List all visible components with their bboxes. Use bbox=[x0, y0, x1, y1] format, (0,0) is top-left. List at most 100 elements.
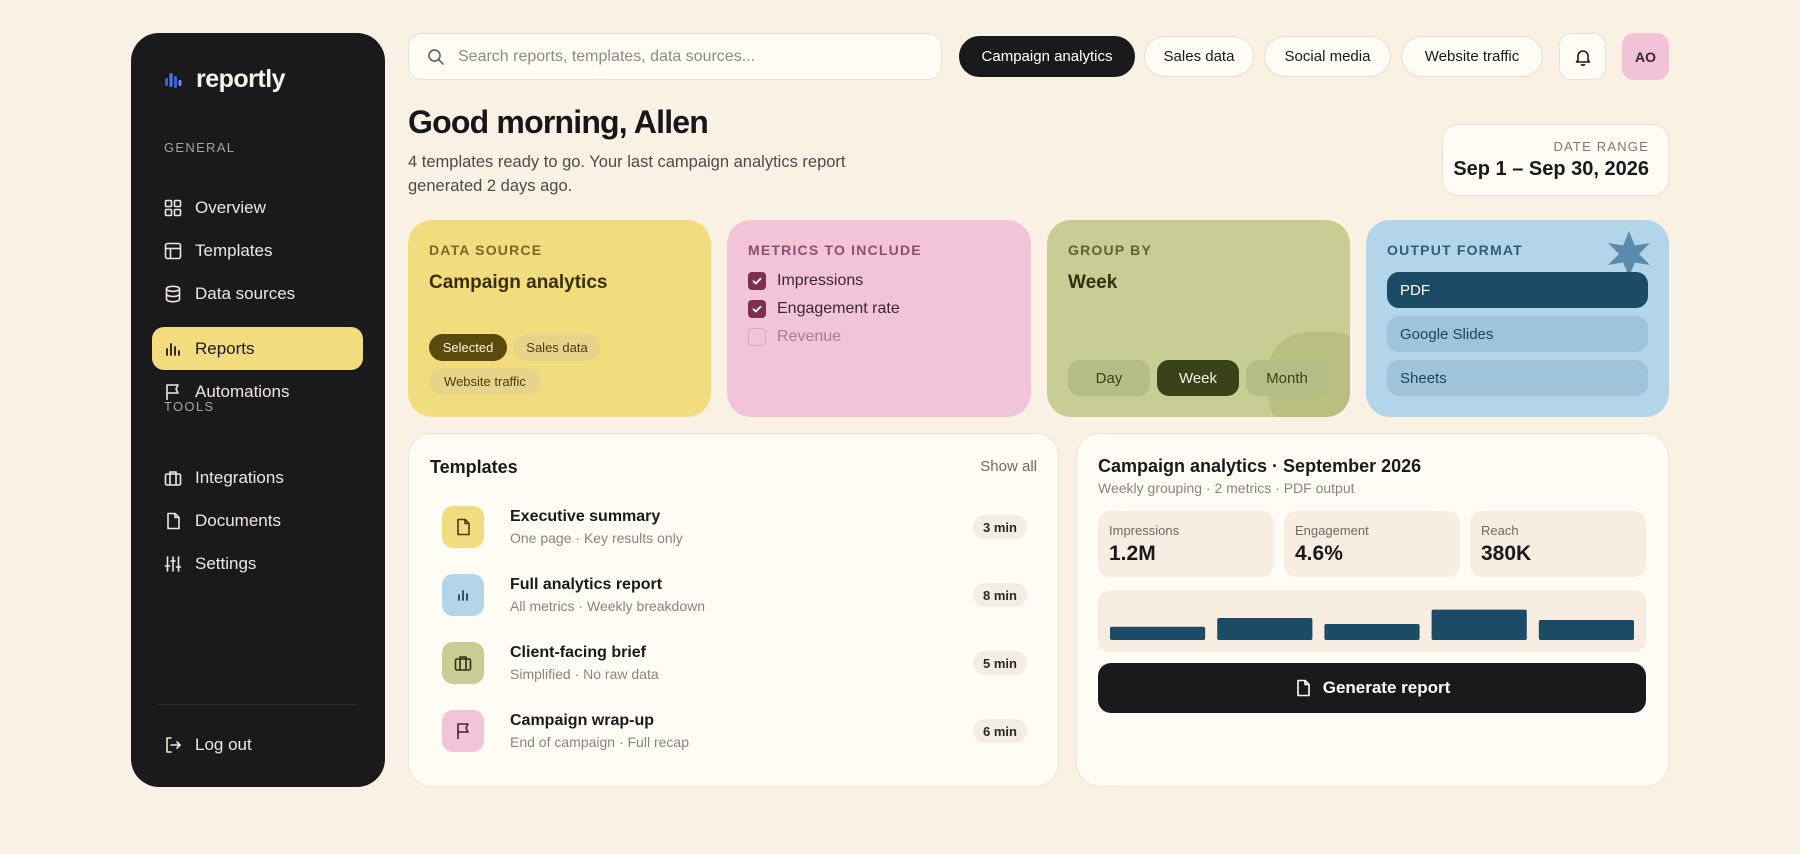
search-icon bbox=[427, 48, 445, 66]
format-option-pdf[interactable]: PDF bbox=[1387, 272, 1648, 308]
show-all-link[interactable]: Show all bbox=[980, 458, 1037, 475]
template-name: Executive summary bbox=[510, 508, 661, 525]
notifications-button[interactable] bbox=[1559, 33, 1606, 80]
preview-bar-chart bbox=[1098, 590, 1646, 652]
database-icon bbox=[164, 284, 182, 303]
sidebar-item-templates[interactable]: Templates bbox=[152, 229, 363, 272]
metric-checkbox-impressions[interactable]: Impressions bbox=[748, 272, 863, 290]
briefcase-icon bbox=[442, 642, 484, 684]
sidebar-item-label: Data sources bbox=[195, 283, 296, 303]
avatar[interactable]: AO bbox=[1622, 33, 1669, 80]
sidebar-item-label: Documents bbox=[195, 510, 281, 530]
template-description: End of campaign · Full recap bbox=[510, 734, 689, 750]
layout-icon bbox=[164, 242, 182, 260]
bell-icon bbox=[1574, 48, 1592, 66]
metric-tile-impressions: Impressions 1.2M bbox=[1098, 511, 1274, 577]
logout-button[interactable]: Log out bbox=[152, 723, 363, 766]
group-option-month[interactable]: Month bbox=[1246, 360, 1328, 396]
template-item-client-facing-brief[interactable]: Client-facing brief Simplified · No raw … bbox=[430, 636, 1039, 692]
sidebar-item-documents[interactable]: Documents bbox=[152, 499, 363, 542]
filter-chip-campaign-analytics[interactable]: Campaign analytics bbox=[959, 36, 1135, 77]
template-name: Campaign wrap-up bbox=[510, 712, 655, 729]
pill-sales-data[interactable]: Sales data bbox=[514, 334, 600, 361]
card-label: METRICS TO INCLUDE bbox=[748, 242, 922, 258]
filter-chip-website-traffic[interactable]: Website traffic bbox=[1401, 36, 1543, 77]
sidebar-item-integrations[interactable]: Integrations bbox=[152, 456, 363, 499]
bar-chart-icon bbox=[164, 340, 182, 358]
metric-tile-label: Impressions bbox=[1109, 523, 1180, 538]
group-option-week[interactable]: Week bbox=[1157, 360, 1239, 396]
time-badge: 5 min bbox=[973, 651, 1027, 675]
generate-report-button[interactable]: Generate report bbox=[1098, 663, 1646, 713]
metric-tile-label: Reach bbox=[1481, 523, 1519, 538]
data-source-card: DATA SOURCE Campaign analytics Selected … bbox=[408, 220, 711, 417]
time-badge: 6 min bbox=[973, 719, 1027, 743]
logo-icon bbox=[164, 70, 184, 90]
briefcase-icon bbox=[164, 469, 182, 487]
template-description: Simplified · No raw data bbox=[510, 666, 659, 682]
metric-tile-value: 380K bbox=[1481, 542, 1532, 565]
search-input[interactable] bbox=[458, 47, 941, 66]
grid-icon bbox=[164, 199, 182, 217]
format-option-sheets[interactable]: Sheets bbox=[1387, 360, 1648, 396]
sliders-icon bbox=[164, 555, 182, 573]
metric-tile-value: 4.6% bbox=[1295, 542, 1343, 565]
pill-selected[interactable]: Selected bbox=[429, 334, 507, 361]
sidebar-item-data-sources[interactable]: Data sources bbox=[152, 272, 363, 315]
filter-chip-sales-data[interactable]: Sales data bbox=[1144, 36, 1254, 77]
time-badge: 8 min bbox=[973, 583, 1027, 607]
card-label: GROUP BY bbox=[1068, 242, 1153, 258]
preview-bar bbox=[1110, 626, 1206, 640]
group-by-card: GROUP BY Week Day Week Month bbox=[1047, 220, 1350, 417]
template-description: One page · Key results only bbox=[510, 530, 683, 546]
metric-checkbox-engagement-rate[interactable]: Engagement rate bbox=[748, 300, 900, 318]
date-range-picker[interactable]: DATE RANGE Sep 1 – Sep 30, 2026 bbox=[1442, 124, 1669, 196]
sidebar-divider bbox=[158, 704, 358, 705]
star-icon bbox=[1606, 230, 1652, 276]
section-label-tools: TOOLS bbox=[164, 399, 215, 414]
section-label-general: GENERAL bbox=[164, 140, 236, 155]
document-icon bbox=[442, 506, 484, 548]
filter-chip-social-media[interactable]: Social media bbox=[1264, 36, 1391, 77]
template-item-campaign-wrap-up[interactable]: Campaign wrap-up End of campaign · Full … bbox=[430, 704, 1039, 760]
metric-label: Impressions bbox=[777, 272, 864, 289]
app-logo[interactable]: reportly bbox=[164, 65, 286, 94]
sidebar-item-label: Reports bbox=[195, 338, 255, 358]
document-icon bbox=[164, 512, 182, 530]
template-item-full-analytics-report[interactable]: Full analytics report All metrics · Week… bbox=[430, 568, 1039, 624]
checkmark-icon bbox=[748, 300, 766, 318]
generate-report-label: Generate report bbox=[1322, 678, 1451, 697]
time-badge: 3 min bbox=[973, 515, 1027, 539]
sidebar-item-reports[interactable]: Reports bbox=[152, 327, 363, 370]
format-option-google-slides[interactable]: Google Slides bbox=[1387, 316, 1648, 352]
page-title: Good morning, Allen bbox=[408, 104, 709, 140]
group-option-day[interactable]: Day bbox=[1068, 360, 1150, 396]
report-preview-panel: Campaign analytics · September 2026 Week… bbox=[1076, 433, 1669, 787]
preview-subtitle: Weekly grouping · 2 metrics · PDF output bbox=[1098, 480, 1355, 496]
metric-tile-engagement: Engagement 4.6% bbox=[1284, 511, 1460, 577]
templates-panel: Templates Show all Executive summary One… bbox=[408, 433, 1059, 787]
date-range-label: DATE RANGE bbox=[1553, 139, 1649, 154]
metric-tile-value: 1.2M bbox=[1109, 542, 1156, 565]
bar-chart-icon bbox=[442, 574, 484, 616]
metric-label: Engagement rate bbox=[777, 300, 900, 317]
sidebar-item-overview[interactable]: Overview bbox=[152, 186, 363, 229]
app-name: reportly bbox=[196, 65, 286, 93]
metric-checkbox-revenue[interactable]: Revenue bbox=[748, 328, 841, 346]
empty-checkbox-icon bbox=[748, 328, 766, 346]
pill-website-traffic[interactable]: Website traffic bbox=[429, 368, 541, 395]
sidebar-item-label: Overview bbox=[195, 197, 266, 217]
page-subtitle: 4 templates ready to go. Your last campa… bbox=[408, 153, 846, 195]
template-item-executive-summary[interactable]: Executive summary One page · Key results… bbox=[430, 500, 1039, 556]
flag-icon bbox=[164, 383, 182, 401]
preview-bar bbox=[1324, 624, 1420, 640]
preview-title: Campaign analytics · September 2026 bbox=[1098, 456, 1422, 476]
templates-title: Templates bbox=[430, 457, 518, 477]
document-icon bbox=[1294, 679, 1312, 697]
search-bar[interactable] bbox=[408, 33, 942, 80]
sidebar-item-settings[interactable]: Settings bbox=[152, 542, 363, 585]
sidebar-item-label: Templates bbox=[195, 240, 273, 260]
template-description: All metrics · Weekly breakdown bbox=[510, 598, 706, 614]
metric-tile-label: Engagement bbox=[1295, 523, 1369, 538]
output-format-card: OUTPUT FORMAT PDF Google Slides Sheets bbox=[1366, 220, 1669, 417]
